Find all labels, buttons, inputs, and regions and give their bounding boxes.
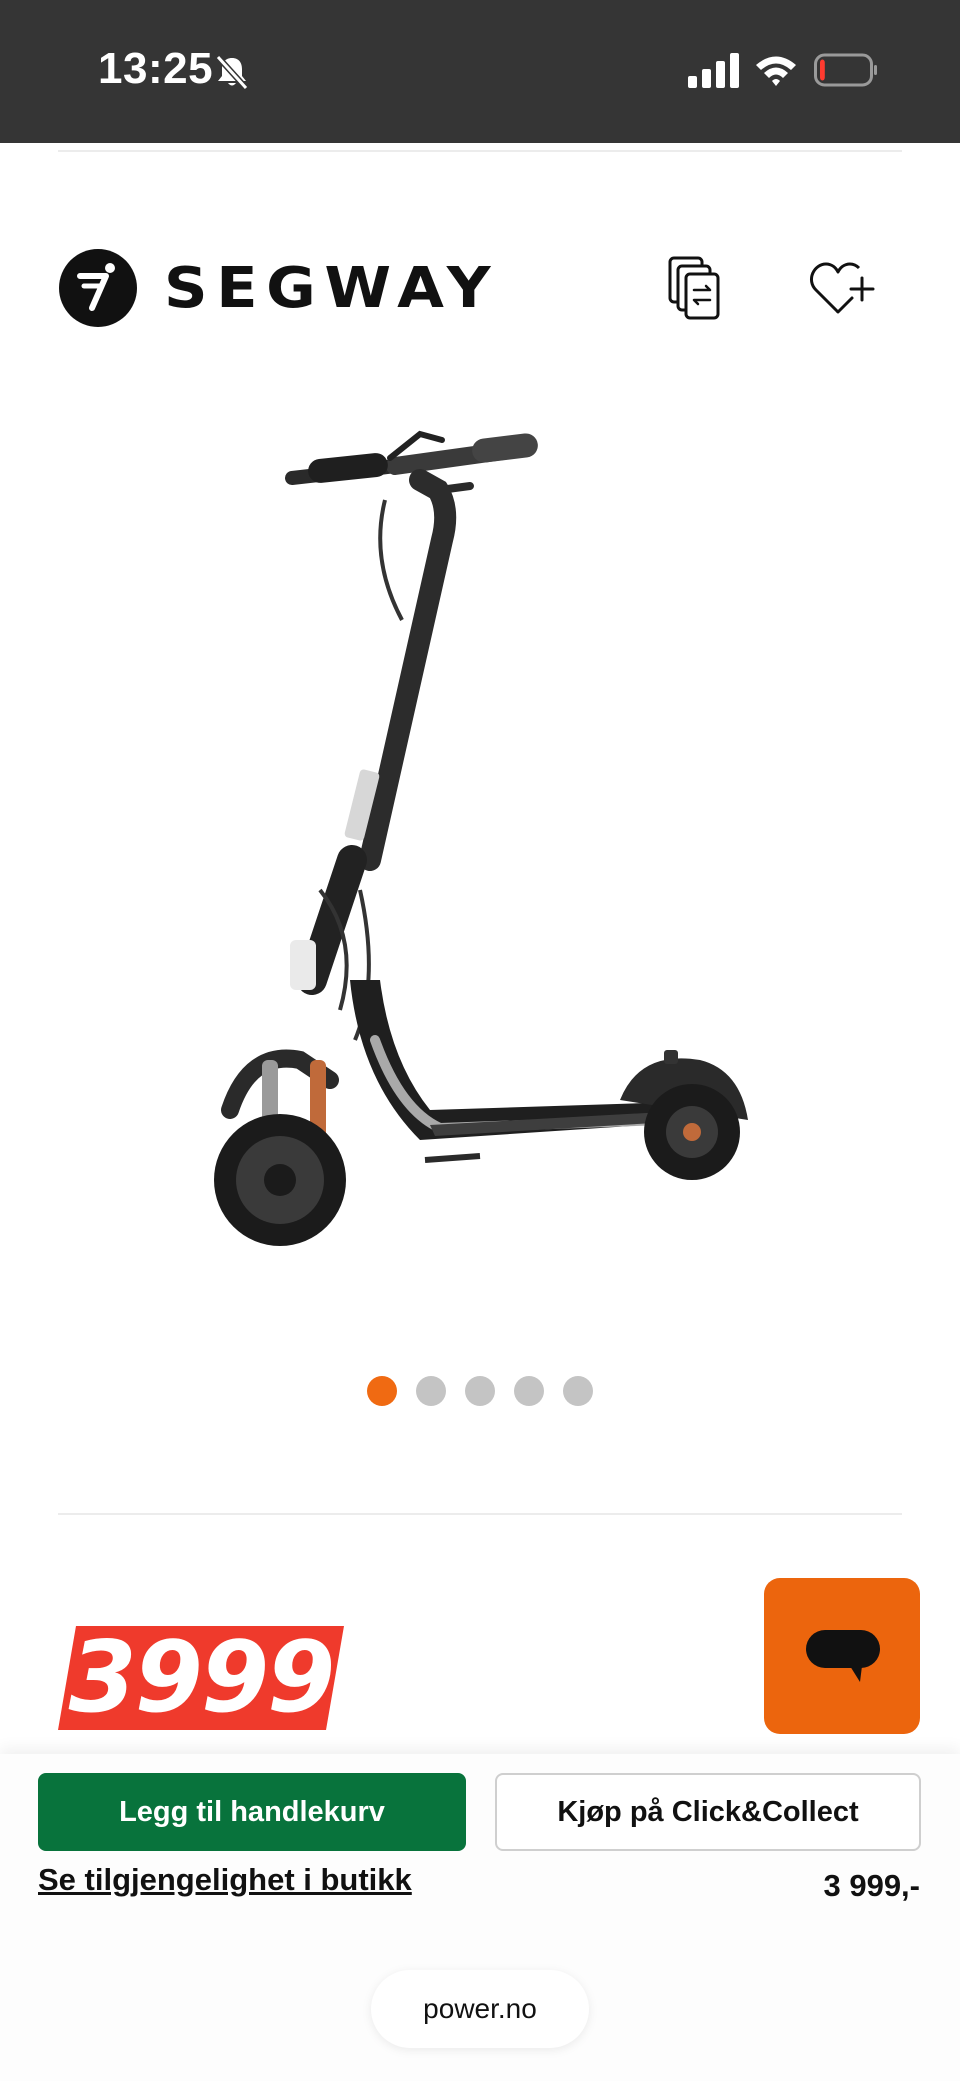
status-bar: 13:25 [0,0,960,143]
browser-url-bar[interactable]: power.no [371,1970,589,2048]
carousel-dot-5[interactable] [563,1376,593,1406]
compare-icon [668,256,720,320]
carousel-dot-2[interactable] [416,1376,446,1406]
cellular-signal-icon [688,53,739,88]
click-collect-button[interactable]: Kjøp på Click&Collect [495,1773,921,1851]
chat-bubble-icon [806,1630,880,1682]
bell-slash-icon [215,54,249,91]
carousel-dot-4[interactable] [514,1376,544,1406]
compare-button[interactable] [664,254,728,322]
carousel-dot-3[interactable] [465,1376,495,1406]
brand-logo: SEGWAY [58,248,518,332]
image-carousel-indicator [0,1376,960,1406]
segway-logo-mark [59,249,137,327]
product-image-scooter[interactable] [180,420,780,1280]
price-badge: 3999 [58,1626,344,1730]
carousel-dot-1[interactable] [367,1376,397,1406]
price-badge-text: 3999 [68,1621,336,1735]
battery-low-icon [814,53,877,87]
store-availability-link[interactable]: Se tilgjengelighet i butikk [38,1862,412,1898]
add-to-cart-button[interactable]: Legg til handlekurv [38,1773,466,1851]
wifi-icon [756,56,796,86]
section-divider [58,1513,902,1515]
price-amount: 3 999,- [823,1868,920,1903]
url-text: power.no [423,1993,537,2024]
status-time: 13:25 [98,44,214,93]
top-divider [58,150,902,152]
brand-name: SEGWAY [164,256,500,321]
chat-button[interactable] [764,1578,920,1734]
heart-plus-icon [810,262,875,314]
wishlist-button[interactable] [808,258,876,318]
